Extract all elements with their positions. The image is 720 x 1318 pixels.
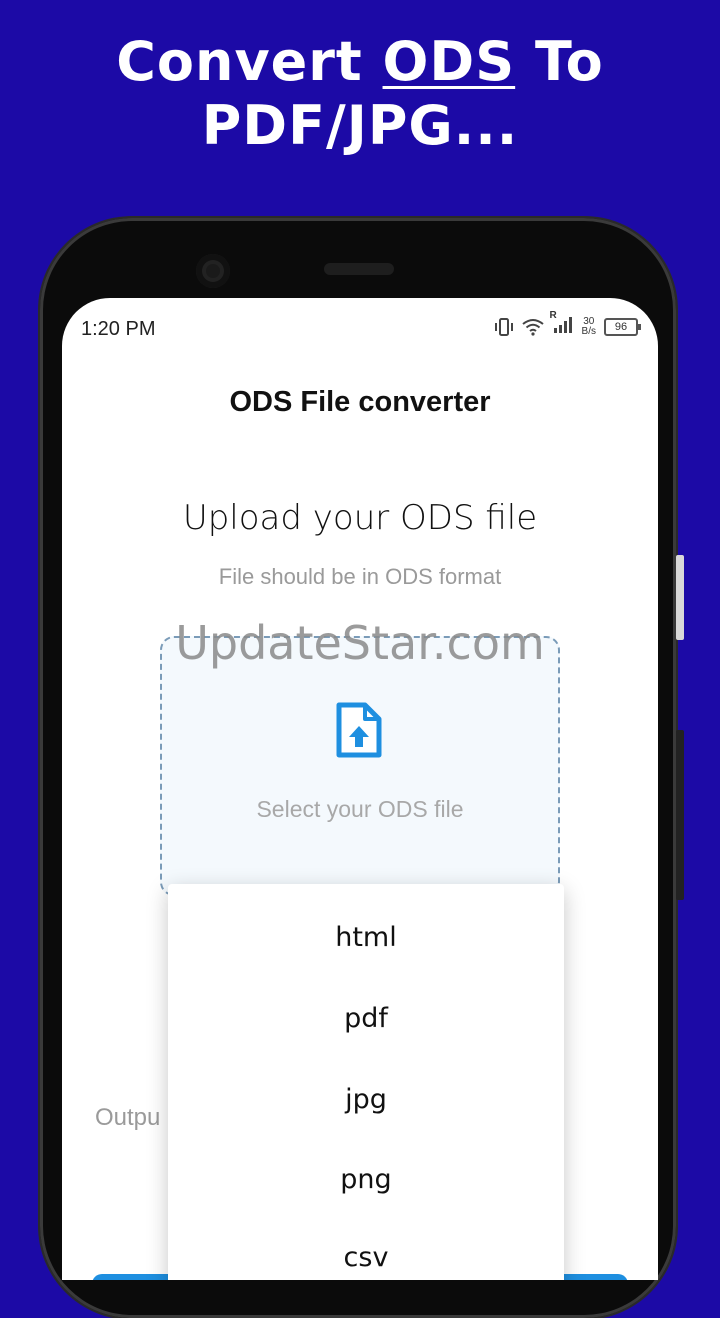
vibrate-icon	[494, 317, 513, 336]
network-speed-unit: B/s	[581, 325, 596, 337]
upload-hint: File should be in ODS format	[218, 564, 502, 589]
promo-word-to: To	[534, 30, 604, 93]
promo-word-ods: ODS	[382, 30, 516, 93]
app-title: ODS File converter	[229, 386, 491, 418]
power-button	[676, 555, 684, 640]
dropdown-option-html[interactable]: html	[168, 922, 564, 953]
battery-level: 96	[614, 320, 628, 333]
promo-line-1: Convert ODS To	[0, 30, 720, 94]
status-icons: R 30 B/s 96	[494, 310, 641, 337]
output-format-label: Outpu	[95, 1104, 161, 1131]
status-bar: 1:20 PM R 30 B/s 96	[62, 298, 658, 358]
battery-icon: 96	[604, 317, 641, 336]
format-dropdown-menu: html pdf jpg png csv	[168, 884, 564, 1280]
phone-screen: 1:20 PM R 30 B/s 96 ODS File converter U…	[62, 298, 658, 1280]
promo-headline: Convert ODS To PDF/JPG...	[0, 30, 720, 158]
promo-line-2: PDF/JPG...	[201, 94, 519, 157]
dropdown-option-pdf[interactable]: pdf	[168, 1003, 564, 1034]
file-dropzone[interactable]: Select your ODS file	[160, 636, 560, 896]
earpiece-speaker	[324, 263, 394, 275]
dropzone-label: Select your ODS file	[256, 796, 464, 822]
file-upload-icon	[336, 702, 382, 758]
signal-label: R	[549, 310, 557, 321]
front-camera	[196, 254, 230, 288]
wifi-icon	[521, 318, 544, 336]
network-speed-value: 30	[583, 315, 595, 327]
dropdown-option-csv[interactable]: csv	[168, 1242, 564, 1273]
watermark: UpdateStar.com	[175, 616, 545, 670]
network-speed: 30 B/s	[581, 315, 596, 337]
upload-heading: Upload your ODS file	[182, 498, 538, 538]
dropdown-option-png[interactable]: png	[168, 1164, 564, 1195]
promo-word-convert: Convert	[116, 30, 363, 93]
status-time: 1:20 PM	[81, 318, 156, 340]
volume-button	[676, 730, 684, 900]
dropdown-option-jpg[interactable]: jpg	[168, 1084, 564, 1115]
